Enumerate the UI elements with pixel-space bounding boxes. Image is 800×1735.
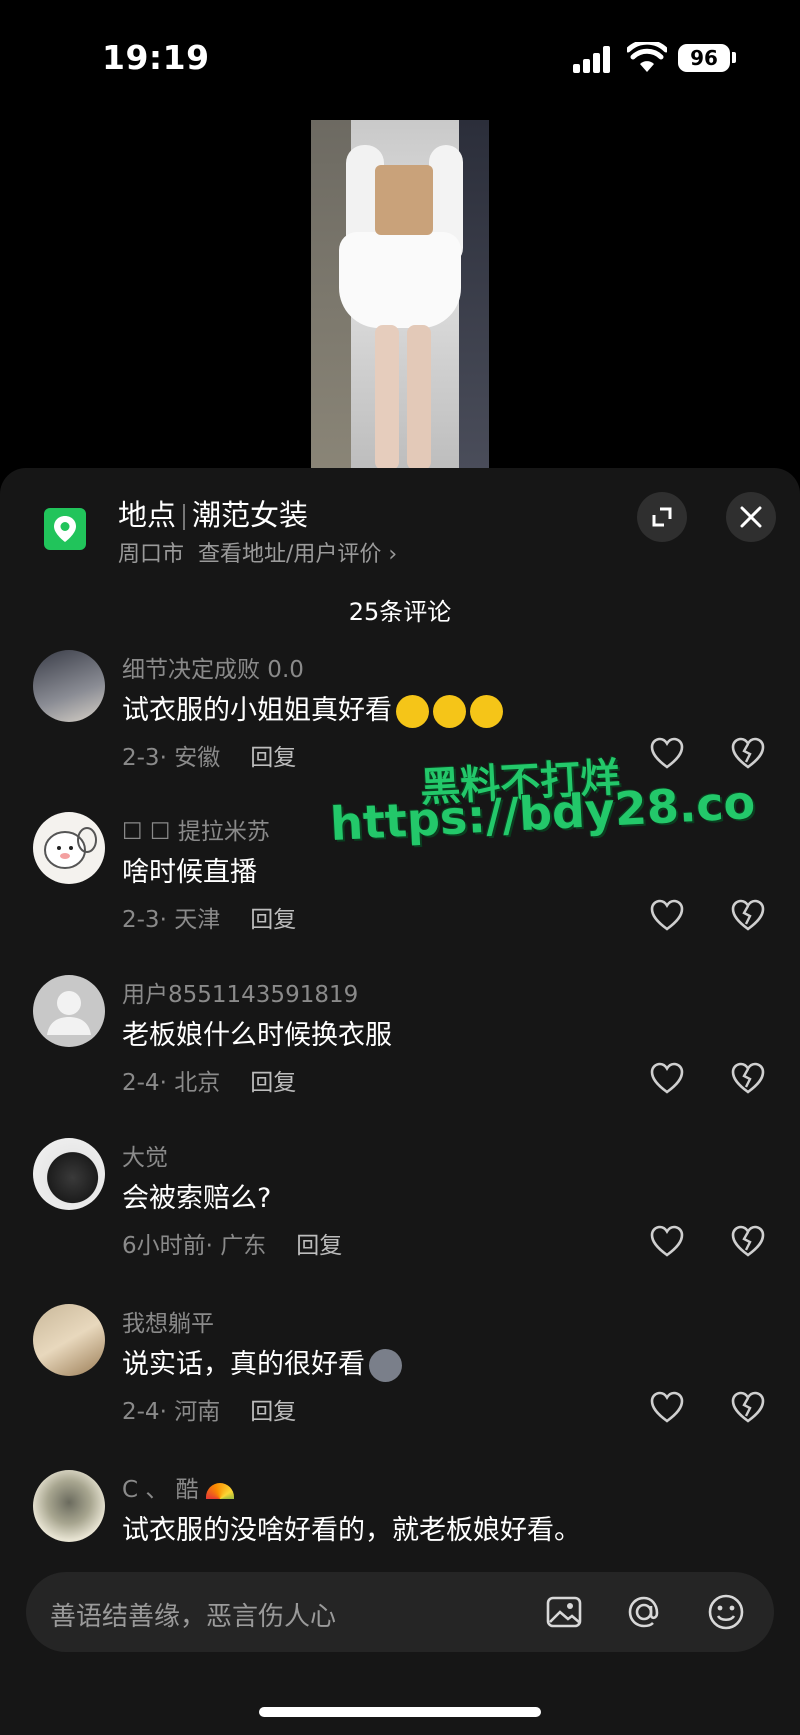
reply-button[interactable]: 回复	[250, 745, 296, 771]
comment-username[interactable]: 细节决定成败 0.0	[122, 650, 304, 684]
watermark: 黑料不打烊 https://bdy28.co	[328, 750, 770, 860]
comment-meta: 6小时前· 广东 回复	[122, 1233, 343, 1259]
location-label: 地点	[118, 498, 177, 532]
cellular-signal-icon	[573, 45, 611, 73]
comment-username[interactable]: 大觉	[122, 1138, 168, 1172]
comment-item: 我想躺平 说实话，真的很好看 2-4· 河南 回复	[0, 1304, 800, 1454]
comment-text: 啥时候直播	[122, 857, 257, 888]
avatar[interactable]	[33, 650, 105, 722]
expand-icon	[652, 507, 672, 527]
avatar[interactable]	[33, 1138, 105, 1210]
avatar[interactable]	[33, 812, 105, 884]
comment-item: 用户8551143591819 老板娘什么时候换衣服 2-4· 北京 回复	[0, 975, 800, 1125]
laugh-emoji-icon	[396, 695, 429, 728]
comment-region: 北京	[174, 1070, 221, 1096]
comment-count: 25条评论	[348, 598, 452, 626]
reply-button[interactable]: 回复	[250, 1070, 296, 1096]
comment-username[interactable]: C 、 酷	[122, 1470, 234, 1504]
comment-date: 2-4	[122, 1399, 160, 1425]
location-pin-icon[interactable]	[44, 508, 86, 550]
laugh-emoji-icon	[433, 695, 466, 728]
dislike-broken-heart-icon[interactable]	[729, 1059, 767, 1097]
comment-text: 老板娘什么时候换衣服	[122, 1020, 392, 1051]
comment-text: 试衣服的没啥好看的，就老板娘好看。	[122, 1515, 581, 1546]
like-heart-icon[interactable]	[648, 1222, 686, 1260]
dislike-broken-heart-icon[interactable]	[729, 1388, 767, 1426]
like-heart-icon[interactable]	[648, 1059, 686, 1097]
status-bar: 19:19 96	[0, 0, 800, 115]
comment-region: 安徽	[174, 745, 221, 771]
expand-button[interactable]	[637, 492, 687, 542]
comment-text: 试衣服的小姐姐真好看	[122, 688, 503, 728]
comment-date: 6小时前	[122, 1233, 206, 1259]
reply-button[interactable]: 回复	[296, 1233, 342, 1259]
wifi-icon	[627, 42, 667, 72]
wolf-emoji-icon	[369, 1349, 402, 1382]
comment-meta: 2-4· 北京 回复	[122, 1070, 297, 1096]
dislike-broken-heart-icon[interactable]	[729, 1222, 767, 1260]
like-heart-icon[interactable]	[648, 896, 686, 934]
battery-cap	[732, 52, 736, 63]
comment-text: 说实话，真的很好看	[122, 1342, 402, 1382]
comment-region: 天津	[174, 907, 221, 933]
dislike-broken-heart-icon[interactable]	[729, 896, 767, 934]
location-title[interactable]: 地点 潮范女装	[118, 492, 308, 534]
mention-icon[interactable]	[624, 1592, 664, 1632]
reply-button[interactable]: 回复	[250, 907, 296, 933]
comment-date: 2-3	[122, 907, 160, 933]
comment-item: 大觉 会被索赔么? 6小时前· 广东 回复	[0, 1138, 800, 1288]
comment-text: 会被索赔么?	[122, 1183, 272, 1214]
battery-icon: 96	[678, 44, 730, 72]
reply-button[interactable]: 回复	[250, 1399, 296, 1425]
comment-region: 河南	[174, 1399, 221, 1425]
comment-meta: 2-3· 天津 回复	[122, 907, 297, 933]
avatar[interactable]	[33, 1304, 105, 1376]
comment-meta: 2-4· 河南 回复	[122, 1399, 297, 1425]
video-thumbnail[interactable]	[311, 120, 489, 470]
laugh-emoji-icon	[470, 695, 503, 728]
status-time: 19:19	[102, 38, 210, 77]
rainbow-emoji-icon	[206, 1482, 234, 1499]
emoji-icon[interactable]	[706, 1592, 746, 1632]
comment-meta: 2-3· 安徽 回复	[122, 745, 297, 771]
comment-username[interactable]: 用户8551143591819	[122, 975, 358, 1009]
comment-username[interactable]: 我想躺平	[122, 1304, 214, 1338]
location-name: 潮范女装	[192, 498, 309, 532]
like-heart-icon[interactable]	[648, 1388, 686, 1426]
comment-input[interactable]: 善语结善缘，恶言伤人心	[26, 1572, 774, 1652]
comment-date: 2-4	[122, 1070, 160, 1096]
comment-sheet: 地点 潮范女装 周口市 查看地址/用户评价 › 25条评论 细节决定成败 0.0 试…	[0, 468, 800, 1735]
close-icon	[740, 506, 762, 528]
avatar[interactable]	[33, 975, 105, 1047]
location-action[interactable]: 查看地址/用户评价 ›	[198, 542, 397, 567]
home-indicator[interactable]	[259, 1707, 541, 1717]
location-subtitle[interactable]: 周口市 查看地址/用户评价 ›	[118, 536, 397, 568]
image-icon[interactable]	[544, 1592, 584, 1632]
watermark-line2: https://bdy28.co	[328, 774, 757, 852]
comment-username[interactable]: ☐ ☐ 提拉米苏	[122, 812, 270, 846]
close-button[interactable]	[726, 492, 776, 542]
comment-region: 广东	[220, 1233, 267, 1259]
location-city: 周口市	[118, 542, 185, 567]
comment-date: 2-3	[122, 745, 160, 771]
avatar[interactable]	[33, 1470, 105, 1542]
comment-input-placeholder[interactable]: 善语结善缘，恶言伤人心	[50, 1596, 336, 1633]
